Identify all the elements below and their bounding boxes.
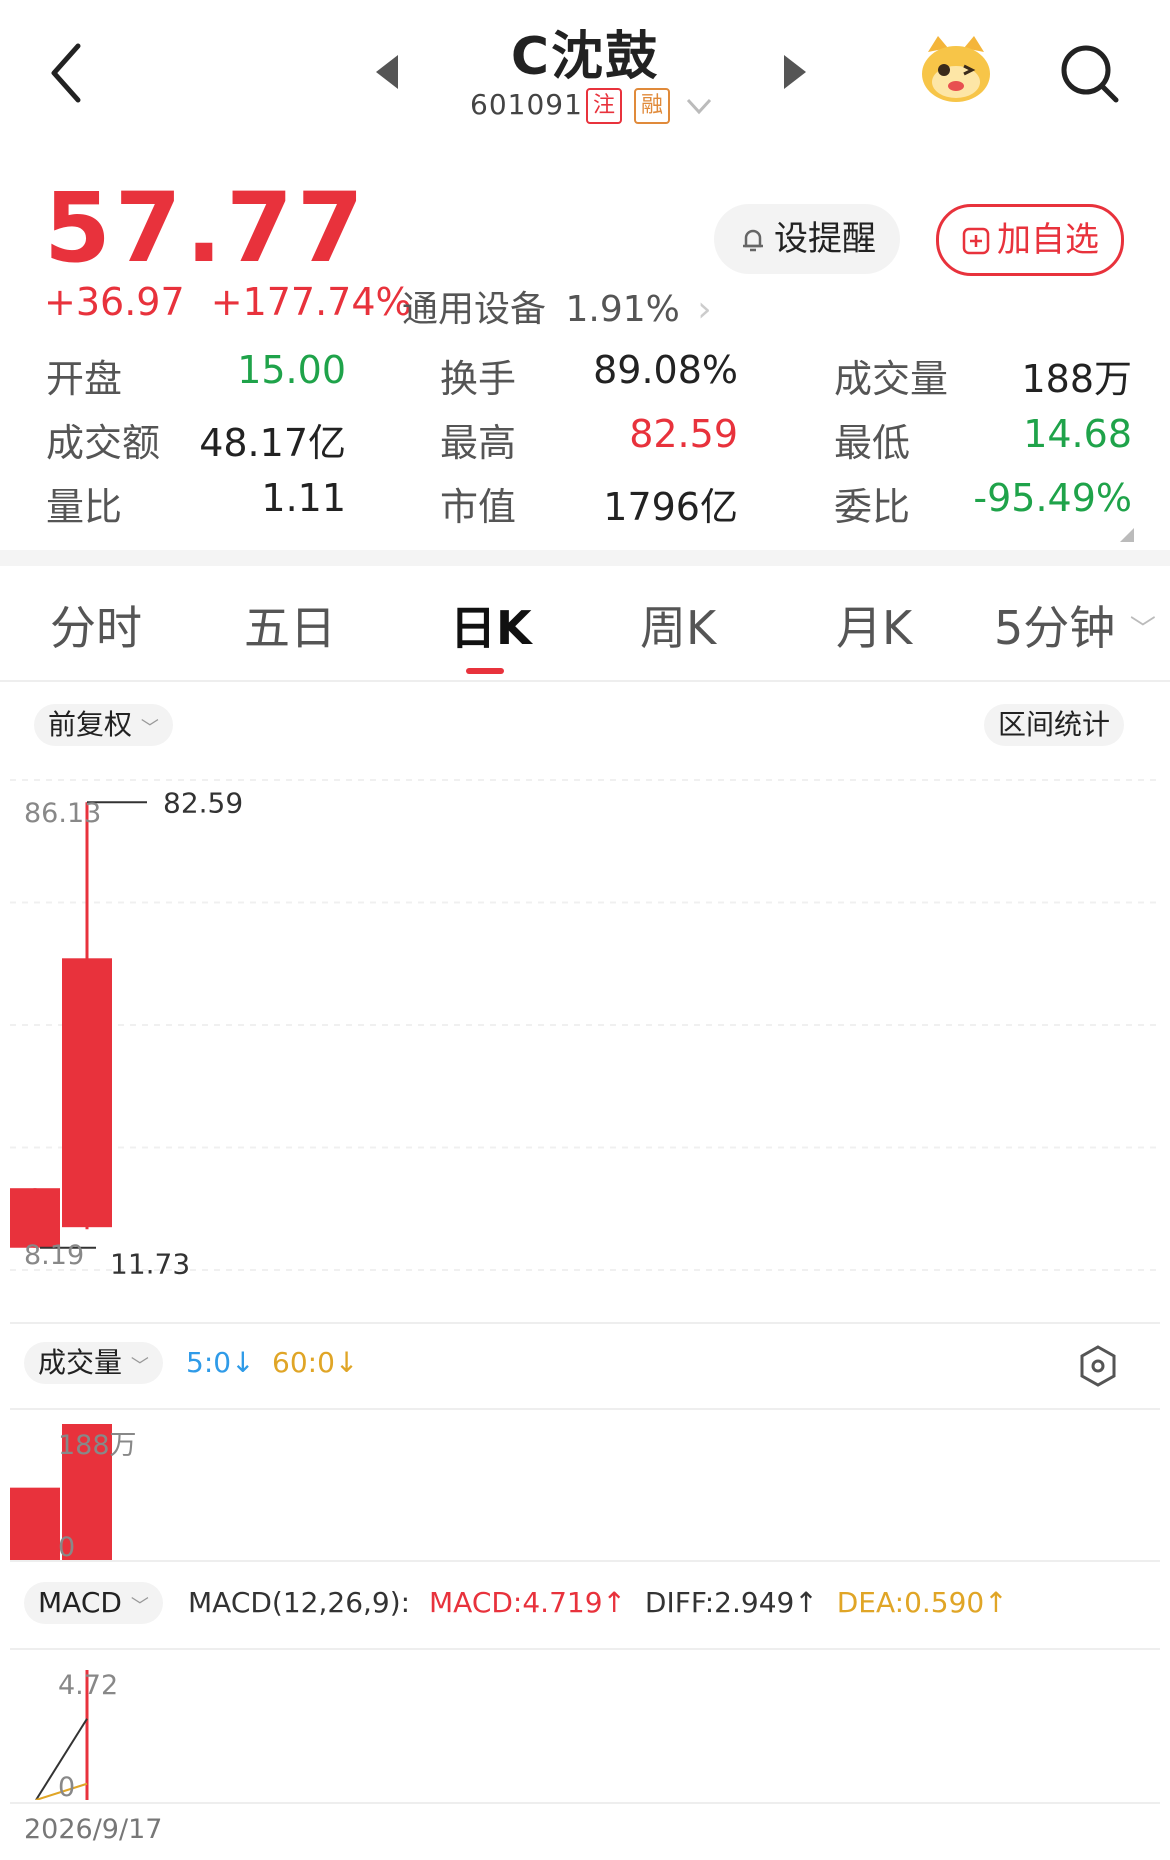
- change-amount: +36.97: [44, 280, 185, 324]
- expand-corner-icon[interactable]: [1120, 528, 1134, 542]
- stat-label: 成交额: [46, 421, 161, 465]
- macd-axis-top: 4.72: [58, 1670, 118, 1701]
- stat-value: 188万: [1021, 357, 1132, 401]
- chevron-down-icon: ﹀: [130, 1596, 149, 1617]
- industry-percent: 1.91%: [565, 289, 680, 330]
- mascot-avatar-icon[interactable]: [918, 30, 994, 106]
- tab-five-day[interactable]: 五日: [244, 592, 336, 658]
- volume-indicator-dropdown[interactable]: 成交量 ﹀: [24, 1342, 163, 1384]
- industry-link[interactable]: 通用设备 1.91% ›: [402, 280, 712, 332]
- volume-axis-bottom: 0: [58, 1532, 75, 1560]
- add-watchlist-label: 加自选: [997, 220, 1099, 260]
- stat-label: 市值: [440, 485, 517, 529]
- candlestick-chart[interactable]: 82.59 11.73 86.13 8.19: [0, 760, 1170, 1300]
- tab-intraday[interactable]: 分时: [50, 592, 142, 658]
- tab-daily-k[interactable]: 日K: [450, 592, 532, 658]
- section-divider: [0, 550, 1170, 566]
- macd-indicator-dropdown[interactable]: MACD ﹀: [24, 1582, 163, 1624]
- macd-value: MACD:4.719↑: [429, 1586, 626, 1619]
- macd-values: MACD(12,26,9): MACD:4.719↑ DIFF:2.949↑ D…: [188, 1586, 1008, 1619]
- active-tab-indicator: [466, 668, 504, 674]
- chevron-down-icon: ﹀: [1129, 615, 1156, 645]
- industry-name: 通用设备: [402, 289, 547, 330]
- stat-value: -95.49%: [973, 476, 1132, 520]
- volume-chart: 188万 0: [10, 1424, 137, 1560]
- candle-body: [10, 1188, 60, 1248]
- stat-value: 82.59: [629, 412, 738, 456]
- bell-icon: [743, 229, 763, 252]
- volume-axis-top: 188万: [58, 1430, 137, 1461]
- date-label: 2026/9/17: [24, 1814, 163, 1845]
- set-alert-label: 设提醒: [774, 219, 876, 259]
- chevron-down-icon: ﹀: [140, 718, 159, 739]
- stats-grid: 开盘 15.00 换手 89.08% 成交量 188万 成交额 48.17亿 最…: [0, 348, 1170, 538]
- next-stock-icon[interactable]: [784, 55, 806, 89]
- finance-tag: 融: [634, 88, 670, 124]
- tab-monthly-k[interactable]: 月K: [836, 592, 912, 658]
- range-stats-button[interactable]: 区间统计: [984, 704, 1125, 746]
- price-axis-bottom: 8.19: [24, 1240, 84, 1271]
- tab-five-minute[interactable]: 5分钟 ﹀: [994, 592, 1156, 658]
- volume-ma60: 60:0↓: [272, 1346, 359, 1379]
- chevron-down-icon[interactable]: [684, 96, 714, 118]
- macd-axis-bottom: 0: [58, 1772, 75, 1800]
- set-alert-button[interactable]: 设提醒: [714, 204, 900, 274]
- dea-value: DEA:0.590↑: [836, 1586, 1008, 1619]
- macd-chart: 4.72 0: [35, 1670, 118, 1800]
- low-price-label: 11.73: [110, 1248, 190, 1281]
- stat-value: 14.68: [1023, 412, 1132, 456]
- tab-five-minute-label: 5分钟: [994, 601, 1116, 655]
- settings-hexagon-icon[interactable]: [1078, 1344, 1118, 1388]
- macd-bottom-divider: [10, 1802, 1160, 1804]
- margin-tag: 注: [586, 88, 622, 124]
- add-watchlist-button[interactable]: 加自选: [936, 204, 1124, 276]
- stat-value: 1.11: [261, 476, 346, 520]
- stat-label: 最低: [834, 421, 911, 465]
- stat-value: 15.00: [237, 348, 346, 392]
- high-price-label: 82.59: [163, 786, 243, 819]
- current-price: 57.77: [44, 172, 368, 284]
- volume-bottom-divider: [10, 1560, 1160, 1562]
- chart-bottom-divider: [10, 1322, 1160, 1324]
- macd-label: MACD: [38, 1586, 122, 1619]
- stat-label: 量比: [46, 485, 123, 529]
- tabs-divider: [0, 680, 1170, 682]
- stat-value: 1796亿: [603, 485, 738, 529]
- candle-body: [62, 958, 112, 1228]
- plus-box-icon: [962, 227, 990, 255]
- search-icon[interactable]: [1058, 42, 1122, 106]
- stock-code: 601091: [470, 88, 583, 121]
- volume-label: 成交量: [38, 1346, 123, 1379]
- price-axis-top: 86.13: [24, 798, 101, 829]
- stock-title: C沈鼓: [510, 27, 660, 87]
- diff-value: DIFF:2.949↑: [644, 1586, 818, 1619]
- tab-weekly-k[interactable]: 周K: [640, 592, 716, 658]
- chevron-right-icon: ›: [697, 289, 712, 330]
- stat-value: 89.08%: [593, 348, 738, 392]
- macd-params: MACD(12,26,9):: [188, 1586, 411, 1619]
- chevron-down-icon: ﹀: [130, 1356, 149, 1377]
- adjust-dropdown[interactable]: 前复权 ﹀: [34, 704, 173, 746]
- stat-label: 最高: [440, 421, 517, 465]
- volume-bar: [10, 1487, 60, 1560]
- stat-label: 开盘: [46, 357, 123, 401]
- stat-label: 成交量: [834, 357, 949, 401]
- stat-label: 换手: [440, 357, 517, 401]
- price-change: +36.97 +177.74%: [44, 280, 412, 324]
- stat-value: 48.17亿: [199, 421, 346, 465]
- volume-ma5: 5:0↓: [186, 1346, 255, 1379]
- stat-label: 委比: [834, 485, 911, 529]
- change-percent: +177.74%: [210, 280, 412, 324]
- adjust-label: 前复权: [48, 708, 133, 741]
